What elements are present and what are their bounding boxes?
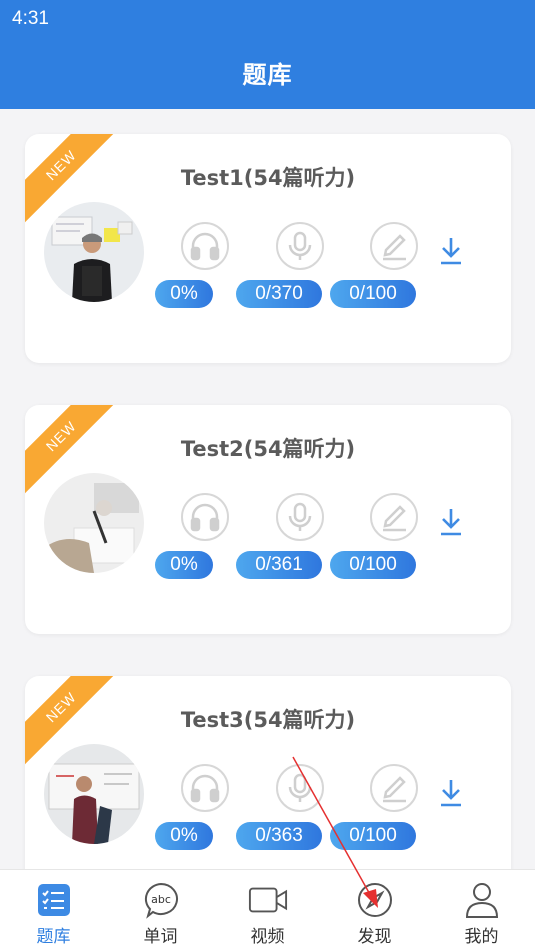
- compass-icon: [355, 880, 395, 920]
- download-icon[interactable]: [439, 778, 463, 808]
- user-icon: [462, 880, 502, 920]
- writing-progress: 0/100: [330, 280, 416, 308]
- tab-label: 题库: [36, 927, 71, 947]
- card-title: Test3(54篇听力): [180, 708, 356, 732]
- writing-stat[interactable]: 0/100: [330, 764, 440, 854]
- svg-text:abc: abc: [151, 893, 171, 906]
- status-bar: 4:31: [0, 0, 535, 36]
- microphone-icon: [276, 222, 324, 270]
- writing-stat[interactable]: 0/100: [330, 222, 440, 312]
- question-bank-list[interactable]: NEW Test1(54篇听力) 0% 0/370 0/100 NEW Test…: [0, 109, 535, 869]
- pencil-icon: [370, 493, 418, 541]
- microphone-icon: [276, 764, 324, 812]
- tab-label: 发现: [357, 927, 392, 947]
- status-time: 4:31: [12, 8, 49, 29]
- app-header: 题库: [0, 36, 535, 109]
- card-thumbnail: [44, 744, 144, 844]
- tab-label: 我的: [464, 927, 499, 947]
- card-thumbnail: [44, 473, 144, 573]
- bottom-tab-bar: 题库 abc 单词 视频 发现 我的: [0, 869, 535, 951]
- card-title: Test2(54篇听力): [180, 437, 356, 461]
- card-title: Test1(54篇听力): [180, 166, 356, 190]
- card-thumbnail: [44, 202, 144, 302]
- microphone-icon: [276, 493, 324, 541]
- pencil-icon: [370, 764, 418, 812]
- test-card[interactable]: NEW Test2(54篇听力) 0% 0/361 0/100: [25, 405, 511, 634]
- download-icon[interactable]: [439, 507, 463, 537]
- headphones-icon: [181, 222, 229, 270]
- listening-progress: 0%: [155, 280, 213, 308]
- listening-progress: 0%: [155, 822, 213, 850]
- writing-progress: 0/100: [330, 822, 416, 850]
- download-icon[interactable]: [439, 236, 463, 266]
- headphones-icon: [181, 493, 229, 541]
- tab-discover[interactable]: 发现: [321, 870, 428, 951]
- checklist-icon: [34, 880, 74, 920]
- video-camera-icon: [248, 880, 288, 920]
- headphones-icon: [181, 764, 229, 812]
- tab-words[interactable]: abc 单词: [107, 870, 214, 951]
- tab-video[interactable]: 视频: [214, 870, 321, 951]
- test-card[interactable]: NEW Test3(54篇听力) 0% 0/363 0/100: [25, 676, 511, 869]
- abc-bubble-icon: abc: [141, 880, 181, 920]
- test-card[interactable]: NEW Test1(54篇听力) 0% 0/370 0/100: [25, 134, 511, 363]
- writing-progress: 0/100: [330, 551, 416, 579]
- writing-stat[interactable]: 0/100: [330, 493, 440, 583]
- page-title: 题库: [242, 61, 293, 89]
- tab-question-bank[interactable]: 题库: [0, 870, 107, 951]
- pencil-icon: [370, 222, 418, 270]
- tab-me[interactable]: 我的: [428, 870, 535, 951]
- speaking-progress: 0/361: [236, 551, 322, 579]
- tab-label: 视频: [250, 927, 285, 947]
- speaking-progress: 0/370: [236, 280, 322, 308]
- listening-progress: 0%: [155, 551, 213, 579]
- tab-label: 单词: [143, 927, 178, 947]
- speaking-progress: 0/363: [236, 822, 322, 850]
